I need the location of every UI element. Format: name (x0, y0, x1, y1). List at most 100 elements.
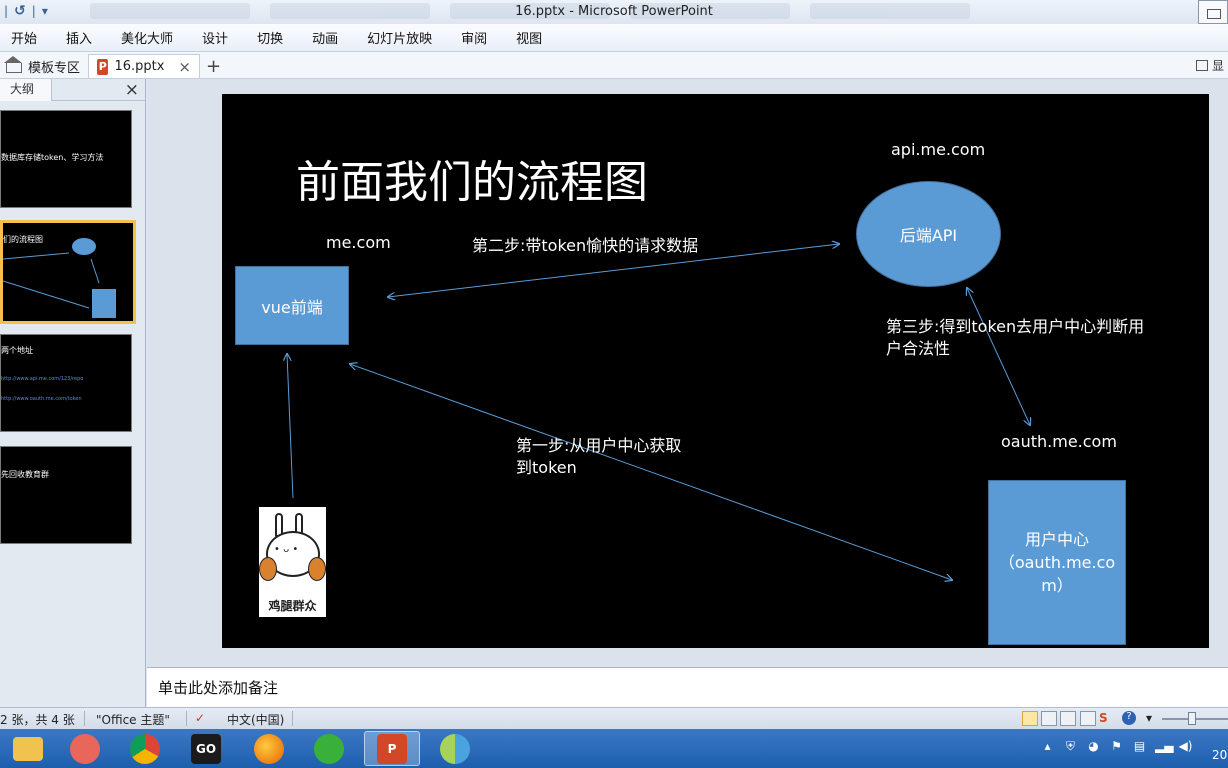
title-bar: | ↺ | ▾ 16.pptx - Microsoft PowerPoint (0, 0, 1228, 24)
powerpoint-icon: P (377, 733, 407, 764)
network-icon[interactable]: ▂▄ (1155, 739, 1173, 755)
meme-sticker-image[interactable]: • ᴗ • 鸡腿群众 (259, 507, 326, 617)
document-tab[interactable]: P 16.pptx × (88, 54, 200, 78)
slide-thumbnail-4[interactable]: 先回收教育群 (0, 446, 132, 544)
window-title: 16.pptx - Microsoft PowerPoint (515, 4, 713, 19)
slide-thumbnail-1[interactable]: 数据库存储token、学习方法 (0, 110, 132, 208)
status-bar: 2 张，共 4 张 "Office 主题" ✓ 中文(中国) S ? ▾ (0, 707, 1228, 729)
slide-canvas[interactable]: 前面我们的流程图 api.me.com 后端API me.com 第二步:带to… (222, 94, 1209, 648)
me-domain-label[interactable]: me.com (326, 233, 391, 252)
taskbar-powerpoint[interactable]: P (364, 731, 420, 766)
qq-icon[interactable]: ◕ (1086, 739, 1101, 755)
user-center-box[interactable]: 用户中心 （oauth.me.co m） (988, 480, 1126, 645)
slide-thumbnail-2[interactable]: 们的流程图 (0, 220, 136, 324)
notes-placeholder: 单击此处添加备注 (158, 679, 279, 697)
document-tab-strip: 模板专区 P 16.pptx × + 显 (0, 52, 1228, 79)
menu-review[interactable]: 审阅 (443, 28, 498, 47)
close-tab-icon[interactable]: × (178, 58, 191, 76)
taskbar-avatar-app[interactable] (57, 731, 113, 766)
chrome-icon (130, 733, 160, 764)
taskbar-wechat[interactable] (301, 731, 357, 766)
restore-icon[interactable] (1195, 60, 1208, 71)
volume-icon[interactable]: ◀) (1178, 739, 1193, 755)
slide-title[interactable]: 前面我们的流程图 (296, 146, 648, 210)
step1-line1: 第一步:从用户中心获取 (516, 436, 682, 455)
flag-icon[interactable]: ⚑ (1109, 739, 1124, 755)
taskbar-goland[interactable]: GO (178, 731, 234, 766)
goland-icon: GO (191, 733, 221, 764)
system-tray: ▴ ⛨ ◕ ⚑ ▤ ▂▄ ◀) (1040, 739, 1193, 755)
divider (292, 711, 293, 726)
template-zone-tab[interactable]: 模板专区 (4, 54, 81, 78)
api-domain-label[interactable]: api.me.com (891, 140, 985, 159)
ribbon-tabs: 开始 插入 美化大师 设计 切换 动画 幻灯片放映 审阅 视图 (0, 24, 1228, 52)
shield-icon[interactable]: ⛨ (1063, 739, 1078, 755)
close-pane-icon[interactable]: × (125, 79, 139, 101)
slide-counter: 2 张，共 4 张 (0, 713, 75, 727)
menu-home[interactable]: 开始 (0, 28, 48, 47)
menu-design[interactable]: 设计 (184, 28, 239, 47)
language-label[interactable]: 中文(中国) (227, 711, 284, 728)
clock[interactable]: 20 (1212, 748, 1227, 762)
divider (84, 711, 85, 726)
options-dropdown-icon[interactable]: ▾ (1146, 711, 1152, 725)
show-hidden-icons[interactable]: ▴ (1040, 739, 1055, 755)
vue-frontend-box[interactable]: vue前端 (235, 266, 349, 345)
restore-window-button[interactable] (1198, 0, 1228, 24)
taskbar-other-app[interactable] (427, 731, 483, 766)
outline-pane: 大纲 × 数据库存储token、学习方法 们的流程图 两个地址 http://w… (0, 79, 146, 707)
menu-view[interactable]: 视图 (498, 28, 553, 47)
step2-label[interactable]: 第二步:带token愉快的请求数据 (472, 232, 698, 256)
menu-animations[interactable]: 动画 (294, 28, 349, 47)
slide-thumbnail-3[interactable]: 两个地址 http://www.api.me.com/123/repo http… (0, 334, 132, 432)
arrow-user (287, 354, 294, 499)
reading-view-button[interactable] (1060, 711, 1076, 726)
menu-insert[interactable]: 插入 (48, 28, 103, 47)
taskbar-chrome[interactable] (117, 731, 173, 766)
zoom-slider-knob[interactable] (1188, 712, 1196, 725)
wechat-icon (314, 733, 344, 764)
thumb-text: 先回收教育群 (1, 470, 49, 479)
thumb-arrows (3, 252, 100, 309)
taskbar-firefox[interactable] (241, 731, 297, 766)
menu-slideshow[interactable]: 幻灯片放映 (349, 28, 443, 47)
backend-api-ellipse[interactable]: 后端API (856, 181, 1001, 287)
user-center-line1: 用户中心 (1024, 530, 1089, 549)
oauth-domain-label[interactable]: oauth.me.com (1001, 432, 1117, 451)
theme-name[interactable]: "Office 主题" (96, 711, 170, 728)
backend-api-label: 后端API (899, 226, 958, 245)
tab-strip-right: 显 (1195, 57, 1224, 74)
taskbar-file-explorer[interactable] (0, 731, 56, 766)
grid-view-button[interactable] (1080, 711, 1096, 726)
folder-icon (13, 736, 43, 761)
home-icon (4, 56, 22, 73)
clipboard-icon[interactable]: ▤ (1132, 739, 1147, 755)
firefox-icon (254, 733, 284, 764)
slide-sorter-button[interactable] (1041, 711, 1057, 726)
spellcheck-icon[interactable]: ✓ (195, 711, 205, 725)
step3-line1: 第三步:得到token去用户中心判断用 (886, 317, 1145, 336)
menu-beautify-master[interactable]: 美化大师 (103, 28, 184, 47)
outline-tab[interactable]: 大纲 (0, 79, 52, 101)
right-label: 显 (1211, 59, 1224, 73)
notes-pane[interactable]: 单击此处添加备注 (147, 667, 1228, 707)
new-tab-button[interactable]: + (206, 54, 221, 78)
divider (186, 711, 187, 726)
sticker-face: • ᴗ • (274, 544, 299, 555)
help-icon[interactable]: ? (1122, 711, 1136, 725)
step1-label[interactable]: 第一步:从用户中心获取 到token (516, 435, 681, 479)
step3-line2: 户合法性 (886, 339, 951, 358)
thumb-link: http://www.oauth.me.com/token (1, 396, 82, 402)
template-zone-label: 模板专区 (28, 60, 81, 76)
sticker-caption: 鸡腿群众 (268, 599, 317, 613)
sogou-ime-icon[interactable]: S (1099, 711, 1108, 725)
step3-label[interactable]: 第三步:得到token去用户中心判断用 户合法性 (886, 316, 1144, 360)
step1-line2: 到token (516, 458, 577, 477)
thumb-text: 两个地址 (1, 346, 33, 355)
normal-view-button[interactable] (1022, 711, 1038, 726)
thumb-text: 数据库存储token、学习方法 (1, 153, 104, 162)
app-icon (440, 733, 470, 764)
drumstick-icon (308, 557, 326, 581)
menu-transitions[interactable]: 切换 (239, 28, 294, 47)
vue-frontend-label: vue前端 (261, 297, 323, 317)
